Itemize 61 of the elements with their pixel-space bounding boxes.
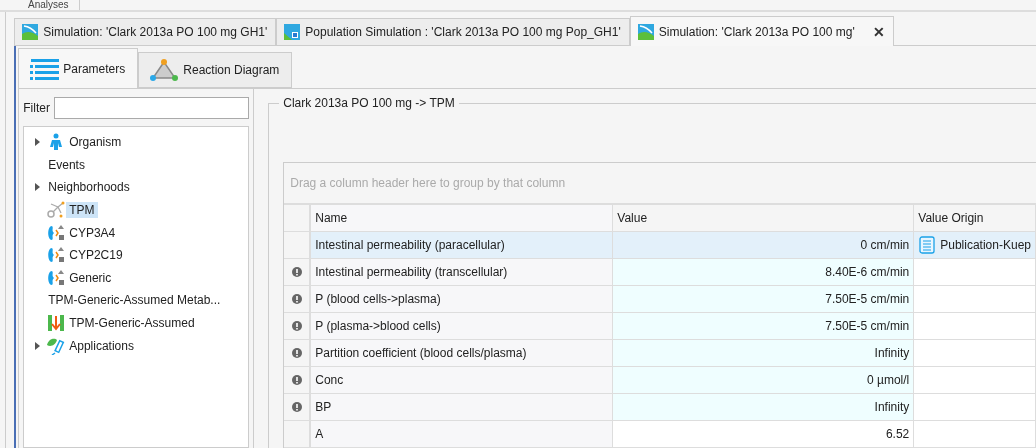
list-icon [29, 57, 60, 80]
syringe-leaf-icon [46, 336, 67, 355]
table-cell: Intestinal permeability (transcellular) [311, 259, 614, 285]
grid-row[interactable]: Partition coefficient (blood cells/plasma) Infinity [284, 340, 1036, 367]
table-cell: Conc [311, 367, 614, 393]
filter-field[interactable] [53, 97, 250, 119]
tree-item[interactable]: TPM-Generic-Assumed [66, 315, 198, 332]
table-cell: 0 cm/min [613, 232, 915, 258]
tree-item[interactable]: CYP3A4 [66, 224, 119, 241]
simulation-icon [21, 23, 40, 41]
tree-item[interactable]: Neighborhoods [45, 179, 133, 196]
grid-row[interactable]: Intestinal permeability (transcellular) 8.40E-6 cm/min [284, 259, 1036, 286]
filter-label: Filter [23, 101, 50, 115]
document-tab[interactable]: Simulation: 'Clark 2013a PO 100 mg' ✕ [629, 16, 894, 46]
enzyme-icon [46, 223, 67, 242]
table-cell: 6.52 [613, 421, 915, 447]
simulation-icon [636, 22, 655, 41]
tree-item[interactable]: Organism [66, 134, 125, 151]
transporter-icon [46, 314, 67, 333]
table-cell: 7.50E-5 cm/min [613, 313, 915, 339]
table-cell: Intestinal permeability (paracellular) [311, 232, 614, 258]
enzyme-icon [46, 268, 67, 287]
enzyme-icon [46, 246, 67, 265]
table-cell: 0 µmol/l [613, 367, 915, 393]
close-button[interactable]: ✕ [872, 23, 885, 40]
grid-row[interactable]: P (plasma->blood cells) 7.50E-5 cm/min [284, 313, 1036, 340]
tree-item[interactable]: TPM-Generic-Assumed Metab... [45, 292, 224, 309]
table-cell: Infinity [613, 340, 915, 366]
grid-row[interactable]: Intestinal permeability (paracellular) 0 cm/min Publication-Kuep [284, 232, 1036, 259]
table-cell: P (plasma->blood cells) [311, 313, 614, 339]
group-panel-hint: Drag a column header here to group by that column [284, 163, 1036, 205]
population-icon [283, 23, 302, 41]
value-origin-text: Publication-Kuep [940, 238, 1031, 252]
grid-row[interactable]: Conc 0 µmol/l [284, 367, 1036, 394]
triangle-diagram-icon [149, 58, 180, 82]
column-header[interactable]: Name [311, 205, 614, 231]
tree-item[interactable]: TPM [66, 202, 98, 219]
menu-tab[interactable]: Analyses [28, 0, 80, 10]
column-header[interactable]: Value [613, 205, 915, 231]
table-cell: Infinity [613, 394, 915, 420]
tree-item[interactable]: Generic [66, 269, 115, 286]
tree-item[interactable]: Applications [66, 337, 137, 354]
table-cell: BP [311, 394, 614, 420]
tree-item[interactable]: CYP2C19 [66, 247, 126, 264]
table-cell: A [311, 421, 614, 447]
table-cell: 8.40E-6 cm/min [613, 259, 915, 285]
grid-row[interactable]: BP Infinity [284, 394, 1036, 421]
tree-item[interactable]: Events [45, 156, 88, 173]
table-cell: P (blood cells->plasma) [311, 286, 614, 312]
document-tab[interactable]: Population Simulation : 'Clark 2013a PO 100 mg Pop_GH1' [276, 18, 630, 45]
view-tab[interactable]: Parameters [18, 48, 139, 88]
document-icon [918, 236, 937, 254]
column-header[interactable]: Value Origin [914, 205, 1036, 231]
document-tab[interactable]: Simulation: 'Clark 2013a PO 100 mg GH1' [14, 18, 277, 45]
grid-row[interactable]: A 6.52 [284, 421, 1036, 448]
view-tab[interactable]: Reaction Diagram [138, 52, 293, 88]
table-cell: Partition coefficient (blood cells/plasma) [311, 340, 614, 366]
group-title: Clark 2013a PO 100 mg -> TPM [279, 96, 459, 110]
table-cell: 7.50E-5 cm/min [613, 286, 915, 312]
grid-row[interactable]: P (blood cells->plasma) 7.50E-5 cm/min [284, 286, 1036, 313]
molecule-icon [46, 201, 67, 220]
